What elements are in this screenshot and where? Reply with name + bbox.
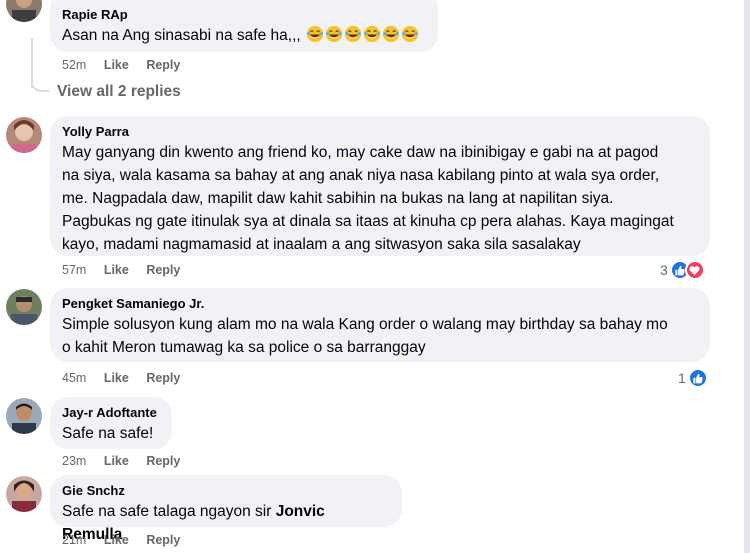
view-replies-link[interactable]: View all 2 replies	[57, 83, 181, 101]
avatar[interactable]	[6, 398, 42, 434]
laughing-tears-emoji	[344, 25, 362, 43]
comment-author[interactable]: Yolly Parra	[62, 123, 697, 141]
comment-bubble: Rapie RAp Asan na Ang sinasabi na safe h…	[50, 0, 438, 52]
laughing-tears-emoji	[401, 25, 419, 43]
comment-bubble: Jay-r Adoftante Safe na safe!	[50, 397, 172, 449]
comment-author[interactable]: Rapie RAp	[62, 6, 425, 24]
laughing-tears-emoji	[306, 25, 324, 43]
reaction-summary[interactable]: 1	[678, 367, 708, 389]
comment-actions: 21m Like Reply	[62, 533, 194, 547]
comment-author[interactable]: Jay-r Adoftante	[62, 404, 159, 422]
comment-author[interactable]: Gie Snchz	[62, 482, 389, 500]
laughing-tears-emoji	[382, 25, 400, 43]
emoji-row	[305, 25, 419, 44]
reaction-summary[interactable]: 3	[660, 259, 705, 281]
like-button[interactable]: Like	[104, 371, 129, 385]
comment-text: Asan na Ang sinasabi na safe ha,,,	[62, 24, 425, 47]
reaction-count: 3	[660, 262, 668, 278]
comment-actions: 52m Like Reply	[62, 58, 194, 72]
comment-time[interactable]: 57m	[62, 263, 86, 277]
avatar[interactable]	[6, 0, 42, 22]
comment-text-body: Asan na Ang sinasabi na safe ha,,,	[62, 27, 301, 44]
heart-icon	[684, 260, 705, 280]
comment-time[interactable]: 23m	[62, 454, 86, 468]
avatar[interactable]	[6, 117, 42, 153]
laughing-tears-emoji	[363, 25, 381, 43]
comment-time[interactable]: 52m	[62, 58, 86, 72]
comment-text-line: kayo, madami nagmamasid at inaalam a ang…	[62, 236, 581, 253]
comment-text-line: o kahit Meron tumawag ka sa police o sa …	[62, 339, 426, 356]
like-button[interactable]: Like	[104, 454, 129, 468]
like-button[interactable]: Like	[104, 58, 129, 72]
comment-text-line: May ganyang din kwento ang friend ko, ma…	[62, 144, 659, 161]
comment-bubble: Yolly Parra May ganyang din kwento ang f…	[50, 116, 710, 256]
comment-text-line: me. Nagpadala daw, mapilit daw kahit sab…	[62, 190, 614, 207]
comment-text-body: Safe na safe talaga ngayon sir	[62, 503, 276, 520]
reply-button[interactable]: Reply	[146, 58, 180, 72]
like-button[interactable]: Like	[104, 263, 129, 277]
comment-bubble: Pengket Samaniego Jr. Simple solusyon ku…	[50, 288, 710, 362]
avatar[interactable]	[6, 289, 42, 325]
comment-author[interactable]: Pengket Samaniego Jr.	[62, 295, 697, 313]
reply-button[interactable]: Reply	[146, 263, 180, 277]
scroll-edge	[744, 0, 750, 553]
comment-text-line: Simple solusyon kung alam mo na wala Kan…	[62, 316, 668, 333]
comment-text-line: Pagbukas ng gate itinulak sya at dinala …	[62, 213, 674, 230]
comment-text: Safe na safe!	[62, 425, 154, 442]
comment-actions: 45m Like Reply	[62, 371, 194, 385]
comment-time[interactable]: 21m	[62, 533, 86, 547]
like-icon	[687, 368, 708, 388]
reply-button[interactable]: Reply	[146, 371, 180, 385]
like-button[interactable]: Like	[104, 533, 129, 547]
thread-curve	[31, 72, 49, 92]
comment-bubble: Gie Snchz Safe na safe talaga ngayon sir…	[50, 475, 402, 543]
comment-actions: 23m Like Reply	[62, 454, 194, 468]
reaction-count: 1	[678, 370, 686, 386]
comment-text-line: na siya, wala kasama sa bahay at ang ana…	[62, 167, 660, 184]
comment-actions: 57m Like Reply	[62, 263, 194, 277]
comment-time[interactable]: 45m	[62, 371, 86, 385]
reply-button[interactable]: Reply	[146, 454, 180, 468]
avatar[interactable]	[6, 476, 42, 512]
reply-button[interactable]: Reply	[146, 533, 180, 547]
laughing-tears-emoji	[325, 25, 343, 43]
